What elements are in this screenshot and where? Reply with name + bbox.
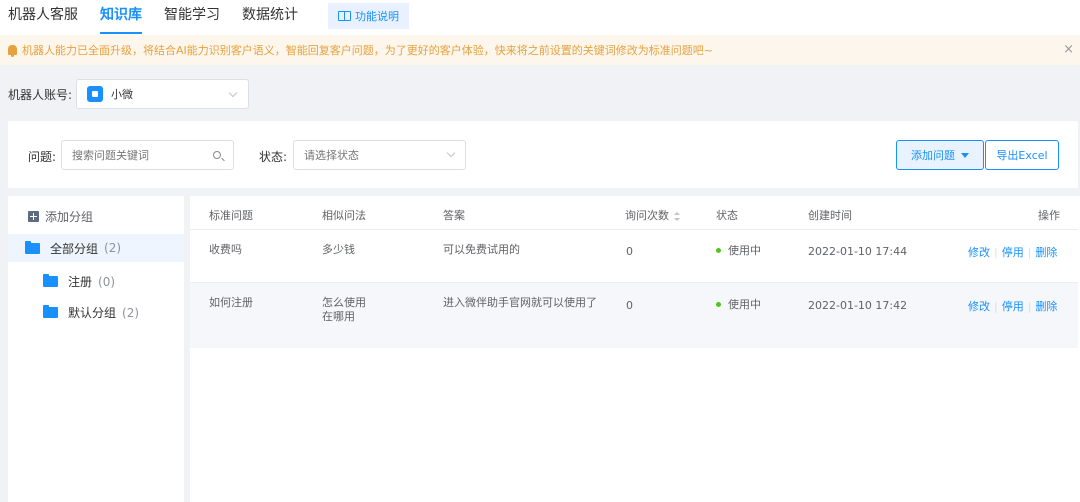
cell-question: 收费吗 [209, 243, 242, 256]
divider: | [1027, 300, 1032, 313]
column-header-asks[interactable]: 询问次数 [625, 207, 680, 223]
group-count: (0) [98, 274, 116, 289]
group-name: 注册 [68, 275, 93, 289]
cell-similar: 多少钱 [322, 243, 355, 256]
group-name: 默认分组 [68, 306, 117, 320]
robot-account-select[interactable]: 小微 [76, 79, 250, 109]
close-icon[interactable]: × [1063, 42, 1074, 57]
cell-created: 2022-01-10 17:44 [808, 245, 908, 258]
function-help-label: 功能说明 [355, 10, 399, 23]
cell-similar: 怎么使用 [322, 296, 366, 309]
export-excel-label: 导出Excel [996, 149, 1048, 162]
robot-account-value: 小微 [111, 88, 134, 101]
status-label: 状态: [259, 150, 288, 164]
cell-asks: 0 [626, 299, 633, 312]
tab-label: 机器人客服 [8, 7, 78, 23]
delete-link[interactable]: 删除 [1035, 246, 1057, 259]
cell-actions: 修改 | 停用 | 删除 [968, 244, 1057, 260]
cell-status: 使用中 [716, 298, 761, 312]
tab-label: 数据统计 [242, 7, 298, 23]
export-excel-button[interactable]: 导出Excel [985, 140, 1059, 170]
status-text: 使用中 [728, 244, 761, 257]
status-select[interactable] [293, 140, 466, 170]
status-dot [716, 247, 721, 253]
tab-knowledge-base[interactable]: 知识库 [100, 0, 142, 35]
table-row: 如何注册 怎么使用 在哪用 进入微伴助手官网就可以使用了 0 使用中 2022-… [190, 282, 1078, 348]
status-text: 使用中 [728, 298, 761, 311]
filter-panel: 问题: 状态: 添加问题 导出Excel [8, 121, 1078, 188]
cell-actions: 修改 | 停用 | 删除 [968, 298, 1057, 314]
disable-link[interactable]: 停用 [1002, 246, 1024, 259]
plus-icon [28, 211, 39, 222]
group-sidebar: 添加分组 全部分组 (2) 注册 (0) 默认分组 (2) [8, 196, 184, 502]
chevron-down-icon [228, 88, 238, 98]
add-question-button[interactable]: 添加问题 [896, 140, 984, 170]
tab-robot-service[interactable]: 机器人客服 [8, 0, 78, 35]
tab-smart-learning[interactable]: 智能学习 [164, 0, 220, 35]
disable-link[interactable]: 停用 [1002, 300, 1024, 313]
search-icon[interactable] [213, 151, 221, 159]
divider: | [1027, 246, 1032, 259]
folder-icon [43, 274, 58, 287]
sidebar-item-register[interactable]: 注册 (0) [43, 273, 115, 290]
robot-account-label: 机器人账号: [8, 87, 73, 102]
cell-asks: 0 [626, 245, 633, 258]
cell-question: 如何注册 [209, 296, 253, 309]
question-label: 问题: [28, 150, 57, 164]
divider: | [994, 246, 998, 259]
book-icon [338, 11, 351, 21]
column-header-actions: 操作 [1038, 209, 1060, 222]
divider: | [994, 300, 998, 313]
group-count: (2) [104, 241, 122, 255]
robot-account-row: 机器人账号: 小微 [8, 79, 250, 109]
question-table: 标准问题 相似问法 答案 询问次数 状态 创建时间 操作 收费吗 多少钱 可以免… [190, 196, 1080, 502]
cell-similar: 在哪用 [322, 310, 355, 323]
folder-open-icon [25, 240, 40, 254]
tab-data-stats[interactable]: 数据统计 [242, 0, 298, 35]
cell-created: 2022-01-10 17:42 [808, 299, 908, 312]
delete-link[interactable]: 删除 [1035, 300, 1057, 313]
add-group-button[interactable]: 添加分组 [28, 208, 93, 225]
add-group-label: 添加分组 [45, 210, 94, 224]
tab-label: 智能学习 [164, 7, 220, 23]
group-count: (2) [122, 305, 140, 320]
asks-header-label: 询问次数 [625, 209, 669, 222]
cell-answer: 进入微伴助手官网就可以使用了 [443, 296, 597, 309]
add-question-label: 添加问题 [911, 149, 955, 162]
top-nav: 机器人客服 知识库 智能学习 数据统计 功能说明 [0, 0, 1080, 35]
column-header-created: 创建时间 [808, 209, 852, 222]
column-header-status: 状态 [716, 209, 738, 222]
notice-text: 机器人能力已全面升级，将结合AI能力识别客户语义，智能回复客户问题，为了更好的客… [22, 44, 713, 57]
cell-answer: 可以免费试用的 [443, 243, 520, 256]
edit-link[interactable]: 修改 [968, 246, 990, 259]
upgrade-notice: 机器人能力已全面升级，将结合AI能力识别客户语义，智能回复客户问题，为了更好的客… [0, 35, 1080, 65]
edit-link[interactable]: 修改 [968, 300, 990, 313]
column-header-question: 标准问题 [209, 209, 253, 222]
column-header-similar: 相似问法 [322, 209, 366, 222]
bell-icon [8, 45, 17, 57]
robot-icon [87, 86, 104, 102]
sidebar-item-all-groups[interactable]: 全部分组 (2) [8, 234, 184, 262]
group-name: 全部分组 [50, 241, 99, 256]
function-help-button[interactable]: 功能说明 [328, 3, 409, 29]
folder-icon [43, 305, 58, 318]
caret-down-icon [961, 152, 969, 158]
cell-status: 使用中 [716, 244, 761, 258]
sort-icon[interactable] [674, 211, 680, 221]
tab-label: 知识库 [100, 7, 142, 23]
table-row: 收费吗 多少钱 可以免费试用的 0 使用中 2022-01-10 17:44 修… [190, 229, 1078, 282]
status-dot [716, 301, 721, 307]
column-header-answer: 答案 [443, 209, 465, 222]
sidebar-item-default-group[interactable]: 默认分组 (2) [43, 304, 139, 321]
question-search-input[interactable] [61, 140, 234, 170]
